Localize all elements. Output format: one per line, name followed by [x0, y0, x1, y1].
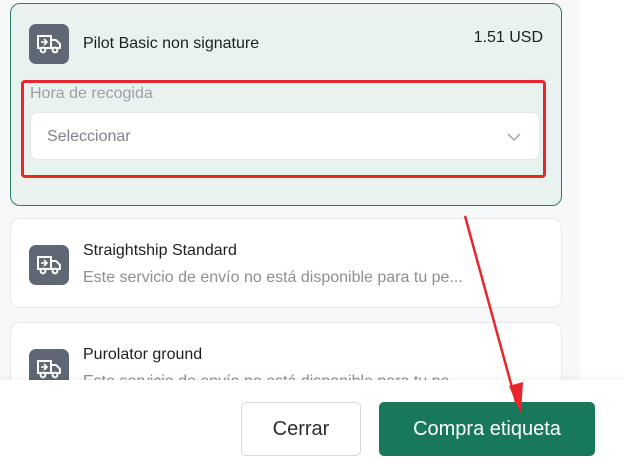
carrier-name: Purolator ground	[83, 346, 203, 363]
pickup-time-label: Hora de recogida	[30, 85, 153, 102]
chevron-down-icon	[507, 130, 521, 149]
delivery-truck-icon	[29, 245, 69, 285]
carrier-name: Straightship Standard	[83, 242, 237, 259]
delivery-truck-icon	[29, 24, 69, 64]
pickup-time-select[interactable]: Seleccionar	[30, 112, 540, 160]
carrier-unavailable-note: Este servicio de envío no está disponibl…	[83, 269, 463, 286]
carrier-name: Pilot Basic non signature	[83, 35, 260, 52]
close-button[interactable]: Cerrar	[241, 402, 361, 456]
carrier-price: 1.51 USD	[473, 29, 543, 46]
buy-label-button[interactable]: Compra etiqueta	[379, 402, 595, 456]
pickup-time-placeholder: Seleccionar	[47, 128, 131, 145]
carrier-card-straightship[interactable]: Straightship Standard Este servicio de e…	[10, 218, 562, 308]
dialog-footer: Cerrar Compra etiqueta	[0, 380, 624, 462]
carrier-card-pilot-basic[interactable]: Pilot Basic non signature 1.51 USD	[10, 3, 562, 206]
